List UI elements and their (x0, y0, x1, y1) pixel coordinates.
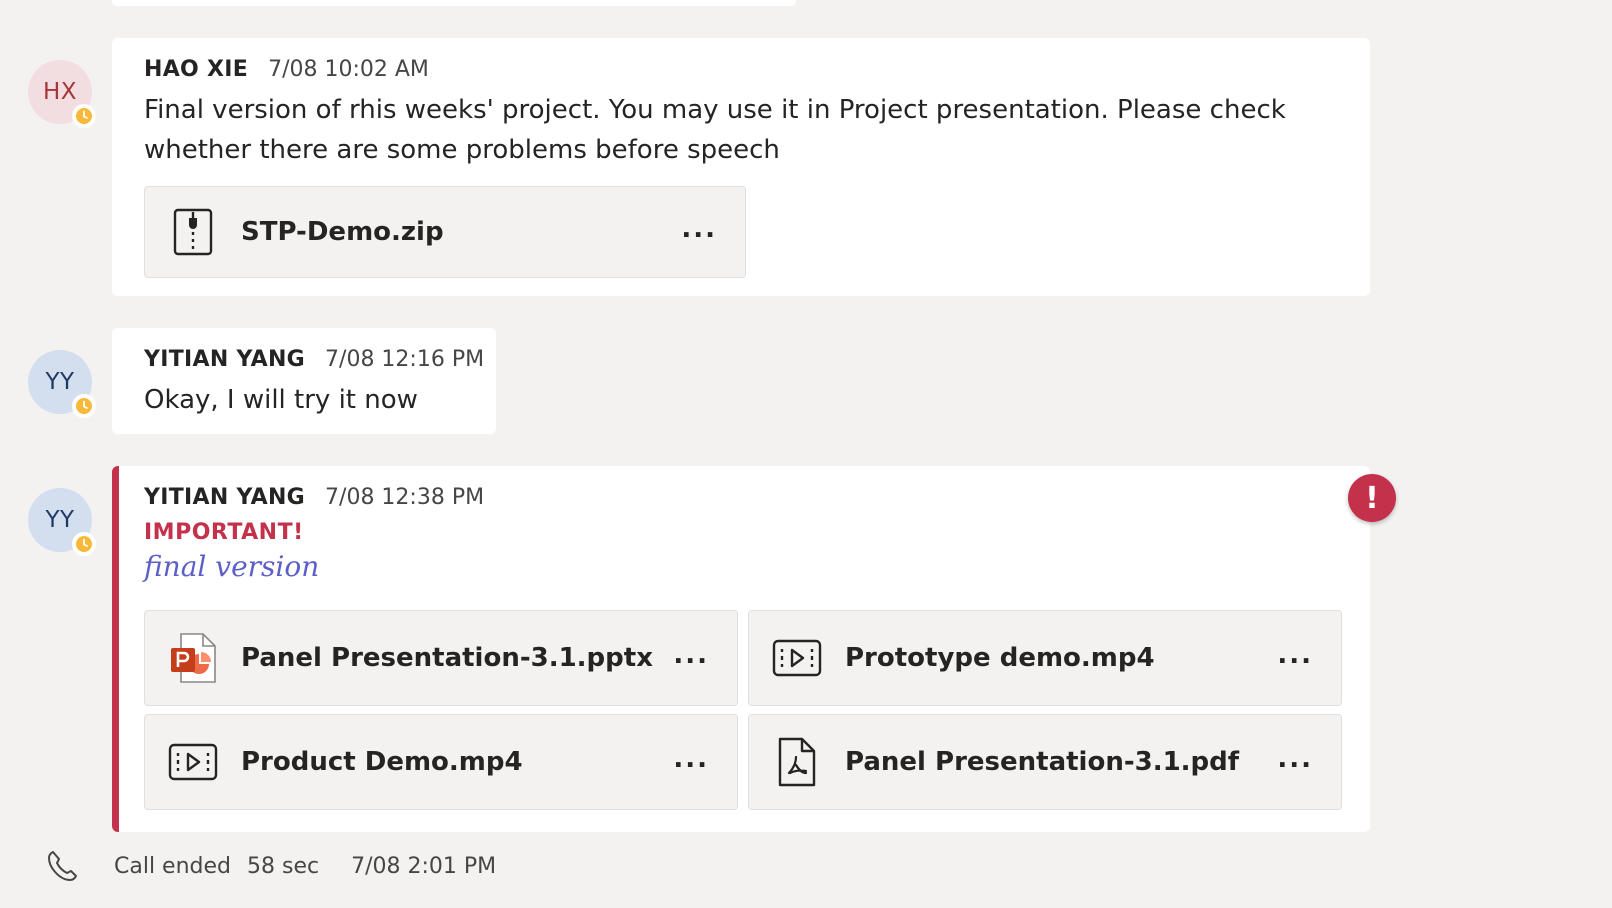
attachment-name[interactable]: Panel Presentation-3.1.pdf (845, 747, 1239, 777)
attachment-name[interactable]: Panel Presentation-3.1.pptx (241, 643, 653, 673)
important-label: IMPORTANT! (144, 520, 304, 545)
attachment-name[interactable]: Prototype demo.mp4 (845, 643, 1155, 673)
message-header: YITIAN YANG 7/08 12:16 PM (144, 347, 484, 372)
message-timestamp: 7/08 10:02 AM (268, 57, 429, 82)
avatar-initials: HX (42, 79, 78, 105)
more-options-button[interactable]: ... (673, 744, 709, 774)
message-card: YITIAN YANG 7/08 12:16 PM Okay, I will t… (112, 328, 496, 434)
importance-bar (112, 466, 119, 832)
more-options-button[interactable]: ... (681, 214, 717, 244)
call-status: Call ended (114, 853, 232, 879)
message-author: HAO XIE (144, 57, 249, 82)
importance-icon: ! (1348, 474, 1396, 522)
presence-away-icon (72, 532, 96, 556)
zip-file-icon (167, 206, 219, 258)
attachment-name[interactable]: STP-Demo.zip (241, 217, 444, 247)
avatar-initials: YY (45, 369, 75, 395)
message-author: YITIAN YANG (144, 347, 306, 372)
phone-icon (44, 848, 80, 884)
message-author: YITIAN YANG (144, 485, 306, 510)
message-body: Final version of rhis weeks' project. Yo… (144, 95, 1286, 165)
attachment-card[interactable]: Panel Presentation-3.1.pptx ... (144, 610, 738, 706)
powerpoint-file-icon (167, 632, 219, 684)
avatar-initials: YY (45, 507, 75, 533)
attachment-card[interactable]: STP-Demo.zip ... (144, 186, 746, 278)
previous-message-card (112, 0, 796, 6)
avatar[interactable]: YY (28, 488, 96, 556)
message-header: HAO XIE 7/08 10:02 AM (144, 57, 429, 82)
more-options-button[interactable]: ... (1277, 640, 1313, 670)
presence-away-icon (72, 104, 96, 128)
presence-away-icon (72, 394, 96, 418)
attachment-card[interactable]: Product Demo.mp4 ... (144, 714, 738, 810)
more-options-button[interactable]: ... (1277, 744, 1313, 774)
call-timestamp: 7/08 2:01 PM (351, 853, 497, 879)
call-duration: 58 sec (247, 853, 320, 879)
message-header: YITIAN YANG 7/08 12:38 PM (144, 485, 484, 510)
attachment-card[interactable]: Panel Presentation-3.1.pdf ... (748, 714, 1342, 810)
message-body: Okay, I will try it now (144, 385, 418, 415)
message-timestamp: 7/08 12:38 PM (325, 485, 485, 510)
avatar[interactable]: HX (28, 60, 96, 128)
message-subject: final version (144, 550, 320, 583)
avatar[interactable]: YY (28, 350, 96, 418)
more-options-button[interactable]: ... (673, 640, 709, 670)
chat-thread: HX HAO XIE 7/08 10:02 AM Final version o… (0, 0, 1612, 908)
message-card: HAO XIE 7/08 10:02 AM Final version of r… (112, 38, 1370, 296)
call-ended-row: Call ended 58 sec 7/08 2:01 PM (44, 848, 496, 884)
video-file-icon (771, 632, 823, 684)
video-file-icon (167, 736, 219, 788)
important-message-card: YITIAN YANG 7/08 12:38 PM IMPORTANT! fin… (112, 466, 1370, 832)
message-timestamp: 7/08 12:16 PM (325, 347, 485, 372)
attachment-card[interactable]: Prototype demo.mp4 ... (748, 610, 1342, 706)
attachment-name[interactable]: Product Demo.mp4 (241, 747, 523, 777)
pdf-file-icon (771, 736, 823, 788)
